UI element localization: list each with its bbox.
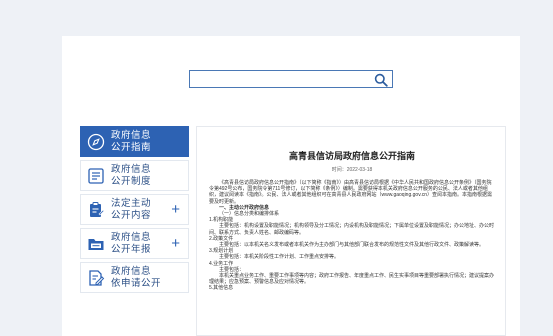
search-icon[interactable] [374, 73, 388, 87]
paragraph: 本机关重点业务工作、重要工作事项等内容；政府工作报告、年度重点工作、民生实事项目… [209, 273, 495, 286]
clipboard-edit-icon [90, 202, 105, 217]
paragraph: 《高青县信访局政府信息公开指南》（以下简称《指南》）由高青县信访局根据《中华人民… [209, 180, 492, 205]
search-input[interactable] [189, 70, 393, 88]
sidebar-item-on-request[interactable]: 政府信息 依申请公开 [80, 262, 189, 293]
document-date: 时间：2022-03-18 [331, 167, 373, 173]
sidebar-item-label: 法定主动 公开内容 [111, 198, 152, 221]
document-panel: 高青县信访局政府信息公开指南 时间：2022-03-18 《高青县信访局政府信息… [196, 126, 506, 336]
search-text-field[interactable] [192, 72, 372, 88]
compass-icon [87, 133, 105, 151]
edit-document-icon [89, 270, 105, 286]
document-body: 《高青县信访局政府信息公开指南》（以下简称《指南》）由高青县信访局根据《中华人民… [209, 180, 495, 292]
expand-plus-icon[interactable]: + [171, 202, 180, 217]
sidebar-item-system[interactable]: 政府信息 公开制度 [80, 160, 189, 191]
sidebar-item-label: 政府信息 依申请公开 [111, 266, 162, 289]
sidebar-item-guide[interactable]: 政府信息 公开指南 [80, 126, 189, 157]
folder-icon [88, 239, 104, 250]
sidebar: 政府信息 公开指南 政府信息 公开制度 法定主动 公开内容 + 政府信息 公开年… [80, 126, 189, 296]
sidebar-item-label: 政府信息 公开指南 [111, 130, 152, 153]
sidebar-item-label: 政府信息 公开制度 [111, 164, 152, 187]
sidebar-item-label: 政府信息 公开年报 [111, 232, 152, 255]
document-title: 高青县信访局政府信息公开指南 [288, 151, 415, 161]
sidebar-item-mandatory-content[interactable]: 法定主动 公开内容 + [80, 194, 189, 225]
paragraph: 主要包括：以本机关名义发布或者本机关作为主办部门与其他部门联合发布的规范性文件及… [219, 242, 485, 249]
expand-plus-icon[interactable]: + [171, 236, 180, 251]
document-list-icon [88, 168, 104, 184]
sidebar-item-annual-report[interactable]: 政府信息 公开年报 + [80, 228, 189, 259]
paragraph: 主要包括：机构设置及职能情况；机构领导及分工情况；内设机构及职能情况；下属单位设… [209, 223, 495, 236]
paragraph: 5.其他信息 [209, 285, 234, 292]
